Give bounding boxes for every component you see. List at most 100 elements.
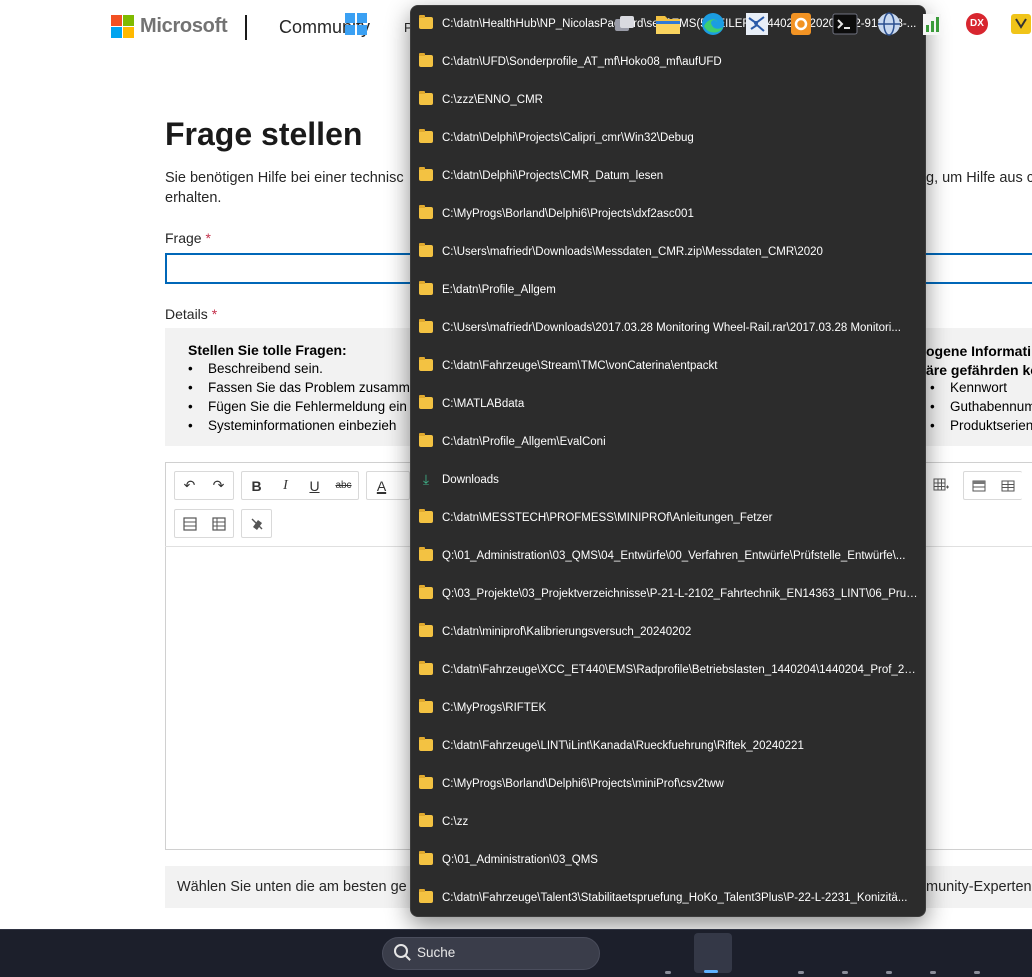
jump-list-item-label: C:\datn\Fahrzeuge\Stream\TMC\vonCaterina… (442, 360, 718, 372)
jump-list-item[interactable]: C:\datn\Fahrzeuge\Talent3\Stabilitaetspr… (411, 880, 925, 916)
undo-button[interactable]: ↶ (175, 472, 204, 499)
jump-list-item[interactable]: C:\Users\mafriedr\Downloads\2017.03.28 M… (411, 310, 925, 346)
notes-app-icon[interactable] (1005, 8, 1032, 40)
jump-list-item-label: C:\MyProgs\RIFTEK (442, 702, 547, 714)
bold-button[interactable]: B (242, 472, 271, 499)
jump-list-item[interactable]: C:\datn\Delphi\Projects\CMR_Datum_lesen (411, 158, 925, 194)
jump-list-item[interactable]: C:\MyProgs\RIFTEK (411, 690, 925, 726)
jump-list-item[interactable]: C:\datn\Delphi\Projects\Calipri_cmr\Win3… (411, 120, 925, 156)
italic-button[interactable]: I (271, 472, 300, 499)
jump-list-item[interactable]: C:\datn\Fahrzeuge\Stream\TMC\vonCaterina… (411, 348, 925, 384)
jump-list-item-label: C:\datn\Delphi\Projects\CMR_Datum_lesen (442, 170, 664, 182)
edge-icon[interactable] (697, 8, 729, 40)
jump-list-item-label: C:\datn\Delphi\Projects\Calipri_cmr\Win3… (442, 132, 694, 144)
folder-icon (419, 167, 433, 181)
chart-app-icon[interactable] (917, 8, 949, 40)
list-item: Produktserien (930, 418, 1032, 437)
folder-icon (419, 547, 433, 561)
terminal-open-indicator (842, 971, 848, 974)
explorer-open-indicator (665, 971, 671, 974)
required-mark: * (205, 230, 211, 246)
terminal-icon[interactable] (829, 8, 861, 40)
jump-list-item-label: C:\MATLABdata (442, 398, 525, 410)
question-label: Frage * (165, 230, 211, 246)
jump-list-item[interactable]: C:\zzz\ENNO_CMR (411, 82, 925, 118)
redo-button[interactable]: ↷ (204, 472, 233, 499)
jump-list-item[interactable]: ⤓ Downloads (411, 462, 925, 498)
jump-list-item[interactable]: Q:\01_Administration\03_QMS (411, 842, 925, 878)
folder-icon (419, 813, 433, 827)
table-layout-icon[interactable] (175, 510, 204, 537)
format-button-group: B I U abc (241, 471, 359, 500)
list-item: Fügen Sie die Fehlermeldung ein (188, 399, 417, 418)
jump-list-item[interactable]: E:\datn\Profile_Allgem (411, 272, 925, 308)
insert-table-icon[interactable] (926, 471, 955, 498)
font-color-button[interactable]: A (367, 472, 396, 499)
jump-list-item[interactable]: C:\datn\UFD\Sonderprofile_AT_mf\Hoko08_m… (411, 44, 925, 80)
jump-list-item-label: C:\datn\Fahrzeuge\Talent3\Stabilitaetspr… (442, 892, 908, 904)
folder-icon (419, 585, 433, 599)
jump-list-item[interactable]: Q:\03_Projekte\03_Projektverzeichnisse\P… (411, 576, 925, 612)
warning-title: ogene Informati äre gefährden kö (926, 342, 1032, 380)
jump-list-item-label: Q:\03_Projekte\03_Projektverzeichnisse\P… (442, 588, 920, 600)
folder-icon (419, 851, 433, 865)
table-row-group (963, 471, 1022, 500)
explorer-jump-list: C:\datn\HealthHub\NP_NicolasPagnard\sent… (410, 5, 926, 917)
office-app-icon[interactable] (785, 8, 817, 40)
jump-list-item[interactable]: C:\datn\Fahrzeuge\LINT\iLint\Kanada\Ruec… (411, 728, 925, 764)
globe-app-icon[interactable] (873, 8, 905, 40)
jump-list-item-label: Downloads (442, 474, 499, 486)
chart-open-indicator (930, 971, 936, 974)
jump-list-item-label: C:\Users\mafriedr\Downloads\Messdaten_CM… (442, 246, 823, 258)
network-app-icon[interactable] (741, 8, 773, 40)
jump-list-item-label: C:\datn\Fahrzeuge\XCC_ET440\EMS\Radprofi… (442, 664, 920, 676)
folder-icon (419, 91, 433, 105)
intro-text: Sie benötigen Hilfe bei einer technisc (165, 170, 404, 186)
jump-list-item[interactable]: C:\MATLABdata (411, 386, 925, 422)
jump-list-item-label: C:\datn\UFD\Sonderprofile_AT_mf\Hoko08_m… (442, 56, 722, 68)
category-hint-text-right: munity-Experten (926, 879, 1032, 895)
jump-list-item-label: C:\datn\MESSTECH\PROFMESS\MINIPROf\Anlei… (442, 512, 773, 524)
strikethrough-button[interactable]: abc (329, 472, 358, 499)
folder-icon (419, 889, 433, 903)
jump-list-item-label: C:\datn\miniprof\Kalibrierungsversuch_20… (442, 626, 692, 638)
jump-list-item-label: Q:\01_Administration\03_QMS (442, 854, 598, 866)
table-row-icon[interactable] (964, 472, 993, 499)
taskbar-search-input[interactable] (382, 937, 600, 970)
underline-button[interactable]: U (300, 472, 329, 499)
clear-format-icon[interactable] (242, 510, 271, 537)
jump-list-item[interactable]: C:\datn\miniprof\Kalibrierungsversuch_20… (411, 614, 925, 650)
jump-list-item[interactable]: C:\datn\MESSTECH\PROFMESS\MINIPROf\Anlei… (411, 500, 925, 536)
folder-icon (419, 661, 433, 675)
intro-text-line2: erhalten. (165, 190, 222, 206)
jump-list-item[interactable]: C:\zz (411, 804, 925, 840)
folder-icon (419, 699, 433, 713)
table-button-group (174, 509, 234, 538)
list-item: Beschreibend sein. (188, 361, 417, 380)
jump-list-item[interactable]: Q:\01_Administration\03_QMS\04_Entwürfe\… (411, 538, 925, 574)
required-mark: * (211, 306, 218, 322)
dx-app-icon[interactable]: DX (961, 8, 993, 40)
intro-text-right: g, um Hilfe aus c (926, 170, 1032, 186)
jump-list-item[interactable]: C:\Users\mafriedr\Downloads\Messdaten_CM… (411, 234, 925, 270)
folder-icon (419, 509, 433, 523)
folder-icon (419, 243, 433, 257)
jump-list-item[interactable]: C:\datn\Profile_Allgem\EvalConi (411, 424, 925, 460)
dx-open-indicator (974, 971, 980, 974)
jump-list-item[interactable]: C:\MyProgs\Borland\Delphi6\Projects\mini… (411, 766, 925, 802)
microsoft-logo[interactable]: Microsoft (111, 15, 228, 38)
table-cells-icon[interactable] (993, 472, 1022, 499)
tips-title: Stellen Sie tolle Fragen: (188, 342, 347, 358)
start-icon[interactable] (340, 8, 372, 40)
jump-list-item-label: E:\datn\Profile_Allgem (442, 284, 556, 296)
folder-icon (419, 433, 433, 447)
table-grid-icon[interactable] (204, 510, 233, 537)
folder-icon (419, 395, 433, 409)
jump-list-item[interactable]: C:\MyProgs\Borland\Delphi6\Projects\dxf2… (411, 196, 925, 232)
jump-list-item[interactable]: C:\datn\Fahrzeuge\XCC_ET440\EMS\Radprofi… (411, 652, 925, 688)
globe-open-indicator (886, 971, 892, 974)
task-view-icon[interactable] (609, 8, 641, 40)
office-open-indicator (798, 971, 804, 974)
file-explorer-icon[interactable] (652, 8, 684, 40)
header-divider (245, 15, 247, 40)
